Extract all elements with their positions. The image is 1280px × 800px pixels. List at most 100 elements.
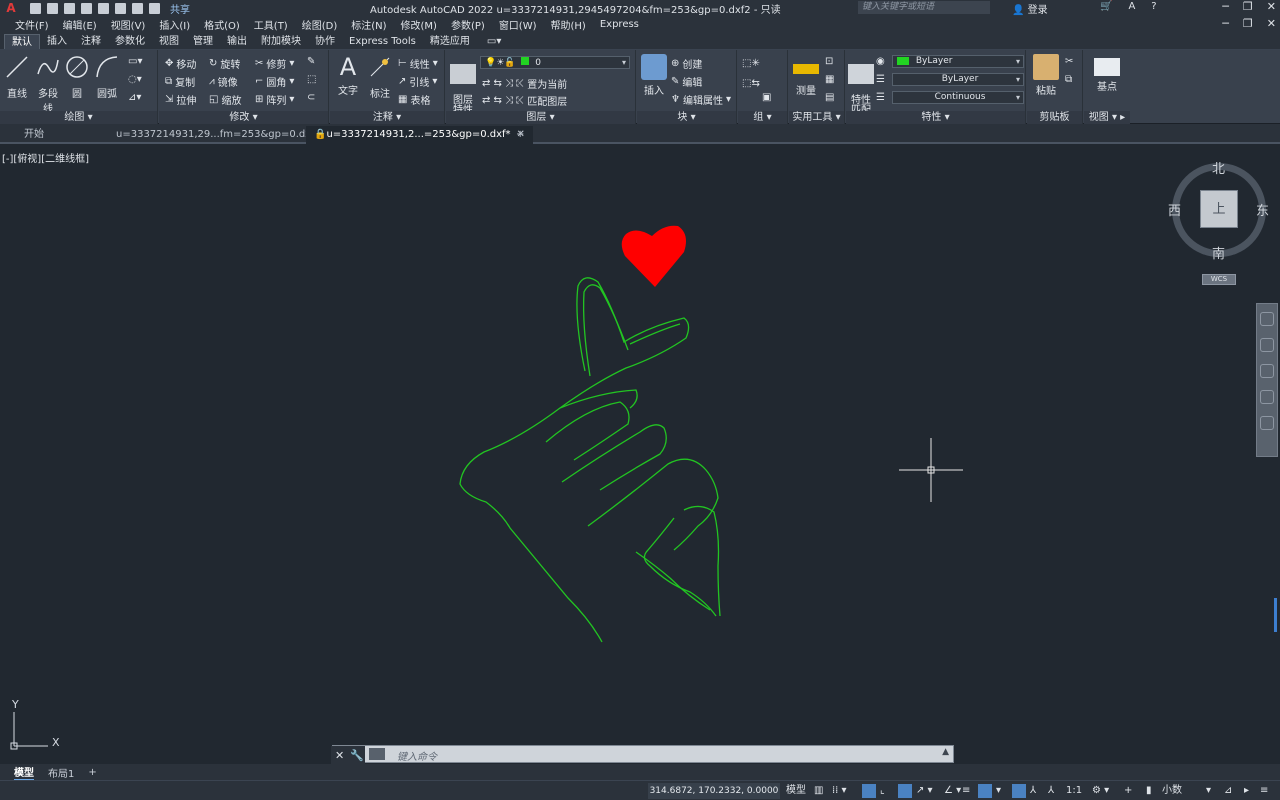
pan-icon[interactable] [1260,338,1274,352]
panel-clipboard-title[interactable]: 剪贴板 [1027,111,1082,124]
compass-south[interactable]: 南 [1212,243,1225,262]
menu-parametric[interactable]: 参数(P) [444,17,492,32]
measure-tool[interactable]: 测量 [793,58,819,97]
ortho-toggle-icon[interactable] [862,784,876,798]
group-edit-button[interactable]: ▣ [762,92,771,103]
quick-properties-icon[interactable]: ⊿ [1224,784,1232,798]
menu-window[interactable]: 窗口(W) [492,17,544,32]
doc-tab-file1[interactable]: u=3337214931,29...fm=253&gp=0.dxf [108,126,323,144]
rectangle-tool[interactable]: ▭▾ [128,56,142,67]
menu-draw[interactable]: 绘图(D) [295,17,345,32]
units-select[interactable]: 小数 [1162,784,1182,798]
autocad-logo[interactable]: A [0,0,22,16]
id-point-button[interactable]: ▦ [825,74,834,85]
heart-shape[interactable] [621,225,686,287]
steering-wheel-icon[interactable] [1260,312,1274,326]
tab-parametric[interactable]: 参数化 [108,34,152,49]
create-block-button[interactable]: ⊕ 创建 [671,56,702,71]
base-view-tool[interactable]: 基点 [1094,58,1120,93]
tab-manage[interactable]: 管理 [186,34,220,49]
linetype-icon-button[interactable]: ☰ [876,92,885,103]
customize-status-icon[interactable]: ≡ [1260,784,1268,798]
menu-view[interactable]: 视图(V) [104,17,153,32]
close-command-icon[interactable]: ✕ [335,749,344,762]
doc-tab-start[interactable]: 开始 [16,126,52,144]
circle-tool[interactable]: 圆 [64,54,90,100]
panel-modify-title[interactable]: 修改 ▾ [159,111,328,124]
autodesk-app-icon[interactable]: A [1128,1,1135,12]
copy-button[interactable]: ⧉ 复制 [165,74,195,89]
layer-select[interactable]: 💡☀🔓 0 ▾ [480,56,630,69]
lineweight-select[interactable]: Continuous ▾ [892,91,1024,104]
undo-icon[interactable] [132,2,143,14]
offset-button[interactable]: ⊂ [307,92,315,103]
annotation-visibility-icon[interactable] [1012,784,1026,798]
menu-tools[interactable]: 工具(T) [247,17,295,32]
command-history-up-icon[interactable]: ▲ [942,747,949,757]
close-icon[interactable]: ✕ [1267,0,1276,13]
transparency-toggle-icon[interactable] [978,784,992,798]
ribbon-minimize-dropdown[interactable]: ▭▾ [477,34,508,49]
polar-icon[interactable]: ⌞ [880,784,885,798]
polyline-tool[interactable]: 多段线 [34,54,62,115]
panel-utilities-title[interactable]: 实用工具 ▾ [789,111,844,124]
cut-button[interactable]: ✂ [1065,56,1073,67]
hatch-tool[interactable]: ◌▾ [128,74,142,85]
menu-format[interactable]: 格式(O) [197,17,247,32]
new-file-icon[interactable] [30,2,41,14]
rotate-button[interactable]: ↻ 旋转 [209,56,240,71]
panel-annotation-title[interactable]: 注释 ▾ [330,111,444,124]
customize-wrench-icon[interactable]: 🔧 [350,749,364,762]
panel-properties-title[interactable]: 特性 ▾ [846,111,1025,124]
minimize-icon[interactable]: ─ [1222,0,1229,13]
dimension-tool[interactable]: 标注 [366,54,394,100]
color-select[interactable]: ByLayer ▾ [892,55,1024,68]
search-input[interactable]: 键入关键字或短语 [858,1,990,14]
share-button[interactable]: 共享 [170,1,190,16]
object-snap-track-icon[interactable]: ∠ ▾ [944,784,961,798]
tab-output[interactable]: 输出 [220,34,254,49]
redo-icon[interactable] [149,2,160,14]
menu-dimension[interactable]: 标注(N) [344,17,393,32]
layout-tab-model[interactable]: 模型 [14,764,34,781]
units-dropdown-icon[interactable]: ▾ [1206,784,1211,798]
restore-icon[interactable]: ❐ [1243,0,1253,13]
fillet-button[interactable]: ⌐ 圆角 ▾ [255,74,294,89]
drawing-viewport[interactable]: [-][俯视][二维线框] Y X [0,146,1280,764]
orbit-icon[interactable] [1260,390,1274,404]
stretch-button[interactable]: ⇲ 拉伸 [165,92,196,107]
quick-select-button[interactable]: ⊡ [825,56,833,67]
text-tool[interactable]: A 文字 [334,54,362,97]
lineweight-icon-button[interactable]: ☰ [876,74,885,85]
zoom-extents-icon[interactable] [1260,364,1274,378]
leader-button[interactable]: ↗ 引线 ▾ [398,74,437,89]
insert-block-tool[interactable]: 插入 [641,54,667,97]
menu-modify[interactable]: 修改(M) [394,17,444,32]
doc-tab-file2[interactable]: 🔒u=3337214931,2...=253&gp=0.dxf* ✕ [306,126,533,144]
draw-more-tool[interactable]: ⊿▾ [128,92,141,103]
table-button[interactable]: ▦ 表格 [398,92,430,107]
tab-collaborate[interactable]: 协作 [308,34,342,49]
edit-block-button[interactable]: ✎ 编辑 [671,74,702,89]
viewcube-top-face[interactable]: 上 [1200,190,1238,228]
scale-button[interactable]: ◱ 缩放 [209,92,241,107]
snap-icon[interactable]: ⁞⁞ ▾ [832,784,847,798]
paste-tool[interactable]: 粘贴 [1033,54,1059,97]
tab-insert[interactable]: 插入 [40,34,74,49]
tab-view[interactable]: 视图 [152,34,186,49]
drawing-canvas[interactable] [0,146,1280,764]
isodraft-toggle-icon[interactable] [898,784,912,798]
mirror-button[interactable]: ⩘ 镜像 [209,74,238,89]
wcs-menu[interactable]: WCS [1202,274,1236,285]
layer-tools-row2[interactable]: ⇄ ⇆ ⤨ ⤪ 匹配图层 [482,93,567,108]
lineweight-display-icon[interactable]: ≡ [962,784,970,798]
tab-addins[interactable]: 附加模块 [254,34,308,49]
annotation-monitor-icon[interactable]: + [1124,784,1132,798]
doc-close-icon[interactable]: ✕ [1267,17,1276,30]
annotation-scale-icon[interactable]: ⅄ [1048,784,1054,798]
workspace-gear-icon[interactable]: ⚙ ▾ [1092,784,1109,798]
login-button[interactable]: 👤 登录 [1012,1,1048,16]
ungroup-button[interactable]: ⬚⇆ [742,78,760,89]
menu-help[interactable]: 帮助(H) [544,17,593,32]
plot-icon[interactable] [115,2,126,14]
